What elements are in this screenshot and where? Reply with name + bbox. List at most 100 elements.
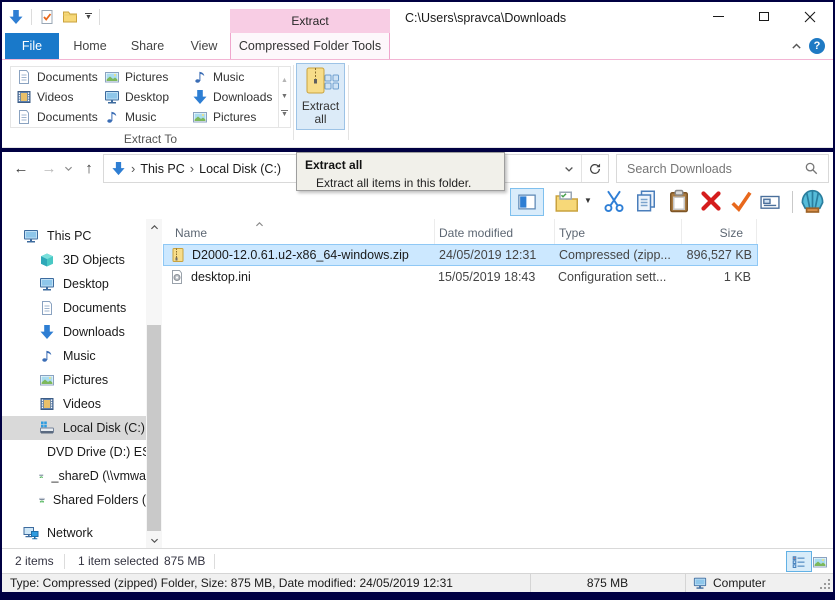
properties-check-icon[interactable] [39, 9, 55, 25]
resize-grip-icon[interactable] [820, 579, 830, 589]
maximize-button[interactable] [741, 2, 787, 31]
customize-quick-access-icon[interactable]: ▼ [85, 13, 92, 22]
sidebar-item-desktop[interactable]: Desktop [2, 272, 146, 296]
search-input[interactable] [617, 162, 804, 176]
divider [31, 9, 32, 25]
extract-to-group: Documents Pictures Music Videos Desktop … [10, 66, 291, 128]
destination-desktop[interactable]: Desktop [104, 87, 192, 107]
search-icon[interactable] [804, 161, 819, 176]
cut-button[interactable] [602, 189, 626, 213]
sidebar-item-this-pc[interactable]: This PC [2, 224, 146, 248]
tab-home[interactable]: Home [64, 33, 116, 59]
local-disk-icon [39, 420, 55, 436]
address-bar-controls [563, 155, 608, 182]
column-header-date-modified[interactable]: Date modified [435, 219, 555, 244]
tab-share[interactable]: Share [121, 33, 174, 59]
sidebar-item-downloads[interactable]: Downloads [2, 320, 146, 344]
column-header-type[interactable]: Type [555, 219, 682, 244]
sidebar-item-music[interactable]: Music [2, 344, 146, 368]
divider [792, 191, 793, 213]
videos-icon [16, 89, 32, 105]
tab-compressed-folder-tools[interactable]: Compressed Folder Tools [230, 33, 390, 59]
forward-button[interactable]: → [38, 157, 60, 179]
sidebar-item-pictures[interactable]: Pictures [2, 368, 146, 392]
sidebar-item-shared-drive[interactable]: _shareD (\\vmwa [2, 464, 146, 488]
items-count: 2 items [15, 554, 54, 568]
scrollbar-down-button[interactable] [146, 532, 162, 548]
minimize-button[interactable] [695, 2, 741, 31]
extract-all-button[interactable]: Extract all [296, 63, 345, 130]
recent-locations-button[interactable] [60, 157, 76, 179]
total-size: 875 MB [530, 576, 685, 590]
sidebar-item-videos[interactable]: Videos [2, 392, 146, 416]
scrollbar-thumb[interactable] [147, 325, 161, 531]
ribbon: Documents Pictures Music Videos Desktop … [2, 59, 833, 148]
file-size: 896,527 KB [683, 248, 757, 262]
help-button[interactable]: ? [809, 38, 825, 54]
copy-button[interactable] [634, 189, 658, 213]
folder-settings-button[interactable] [554, 190, 578, 214]
3d-objects-icon [39, 252, 55, 268]
refresh-button[interactable] [582, 155, 608, 182]
sidebar-item-shared-folders[interactable]: Shared Folders ( [2, 488, 146, 512]
forward-icon: → [42, 160, 57, 177]
thumbnails-view-button[interactable] [807, 551, 833, 572]
tab-file[interactable]: File [5, 33, 59, 59]
breadcrumb-this-pc[interactable]: This PC [140, 162, 184, 176]
column-label: Type [559, 226, 585, 240]
folder-settings-dropdown-icon[interactable]: ▼ [584, 196, 592, 205]
sidebar-item-local-disk-c[interactable]: Local Disk (C:) [2, 416, 146, 440]
scroll-down-icon[interactable]: ▼ [281, 93, 288, 100]
file-date-modified: 15/05/2019 18:43 [435, 270, 555, 284]
address-dropdown-icon[interactable] [563, 163, 575, 175]
destination-label: Desktop [125, 90, 169, 104]
chevron-up-icon [149, 222, 160, 233]
sidebar-item-network[interactable]: Network [2, 521, 146, 545]
check-button[interactable] [729, 189, 753, 213]
delete-button[interactable] [699, 189, 723, 213]
tab-view[interactable]: View [179, 33, 229, 59]
sidebar-item-dvd-drive[interactable]: DVD Drive (D:) ES [2, 440, 146, 464]
sidebar-scrollbar[interactable] [146, 219, 162, 548]
paste-button[interactable] [667, 189, 691, 213]
column-header-name[interactable]: Name [162, 219, 435, 244]
new-folder-icon[interactable] [62, 9, 78, 25]
navigation-pane-toggle-button[interactable] [510, 188, 544, 216]
destination-pictures-2[interactable]: Pictures [192, 107, 278, 127]
network-drive-icon [39, 492, 45, 508]
divider [64, 554, 65, 569]
explorer-window: ▼ Extract C:\Users\spravca\Downloads Fil… [0, 0, 835, 600]
classic-shell-button[interactable] [799, 188, 826, 215]
checkmark-icon [729, 189, 753, 213]
breadcrumb-local-disk[interactable]: Local Disk (C:) [199, 162, 281, 176]
destination-music-2[interactable]: Music [104, 107, 192, 127]
search-box[interactable] [616, 154, 829, 183]
properties-button[interactable] [759, 191, 781, 213]
sidebar-item-documents[interactable]: Documents [2, 296, 146, 320]
ini-file-icon [169, 269, 185, 285]
back-button[interactable]: ← [10, 157, 32, 179]
column-header-size[interactable]: Size [682, 219, 757, 244]
destination-videos[interactable]: Videos [16, 87, 104, 107]
sidebar-item-label: Desktop [63, 277, 109, 291]
downloads-icon [192, 89, 208, 105]
scrollbar-up-button[interactable] [146, 219, 162, 235]
details-view-icon [791, 554, 807, 570]
destination-pictures[interactable]: Pictures [104, 67, 192, 87]
destination-documents[interactable]: Documents [16, 67, 104, 87]
destination-downloads[interactable]: Downloads [192, 87, 278, 107]
minimize-ribbon-icon[interactable] [790, 40, 803, 53]
sidebar-item-label: Downloads [63, 325, 125, 339]
sidebar-item-3d-objects[interactable]: 3D Objects [2, 248, 146, 272]
close-button[interactable] [787, 2, 833, 31]
destination-documents-2[interactable]: Documents [16, 107, 104, 127]
scroll-up-icon[interactable]: ▲ [281, 77, 288, 84]
more-destinations-icon[interactable]: ▼ [281, 110, 288, 118]
up-button[interactable]: ↑ [78, 157, 100, 179]
destination-music[interactable]: Music [192, 67, 278, 87]
file-row-desktop-ini[interactable]: desktop.ini 15/05/2019 18:43 Configurati… [163, 266, 758, 288]
music-icon [39, 348, 55, 364]
network-icon [23, 525, 39, 541]
chevron-down-icon [149, 535, 160, 546]
file-row-zip[interactable]: D2000-12.0.61.u2-x86_64-windows.zip 24/0… [163, 244, 758, 266]
